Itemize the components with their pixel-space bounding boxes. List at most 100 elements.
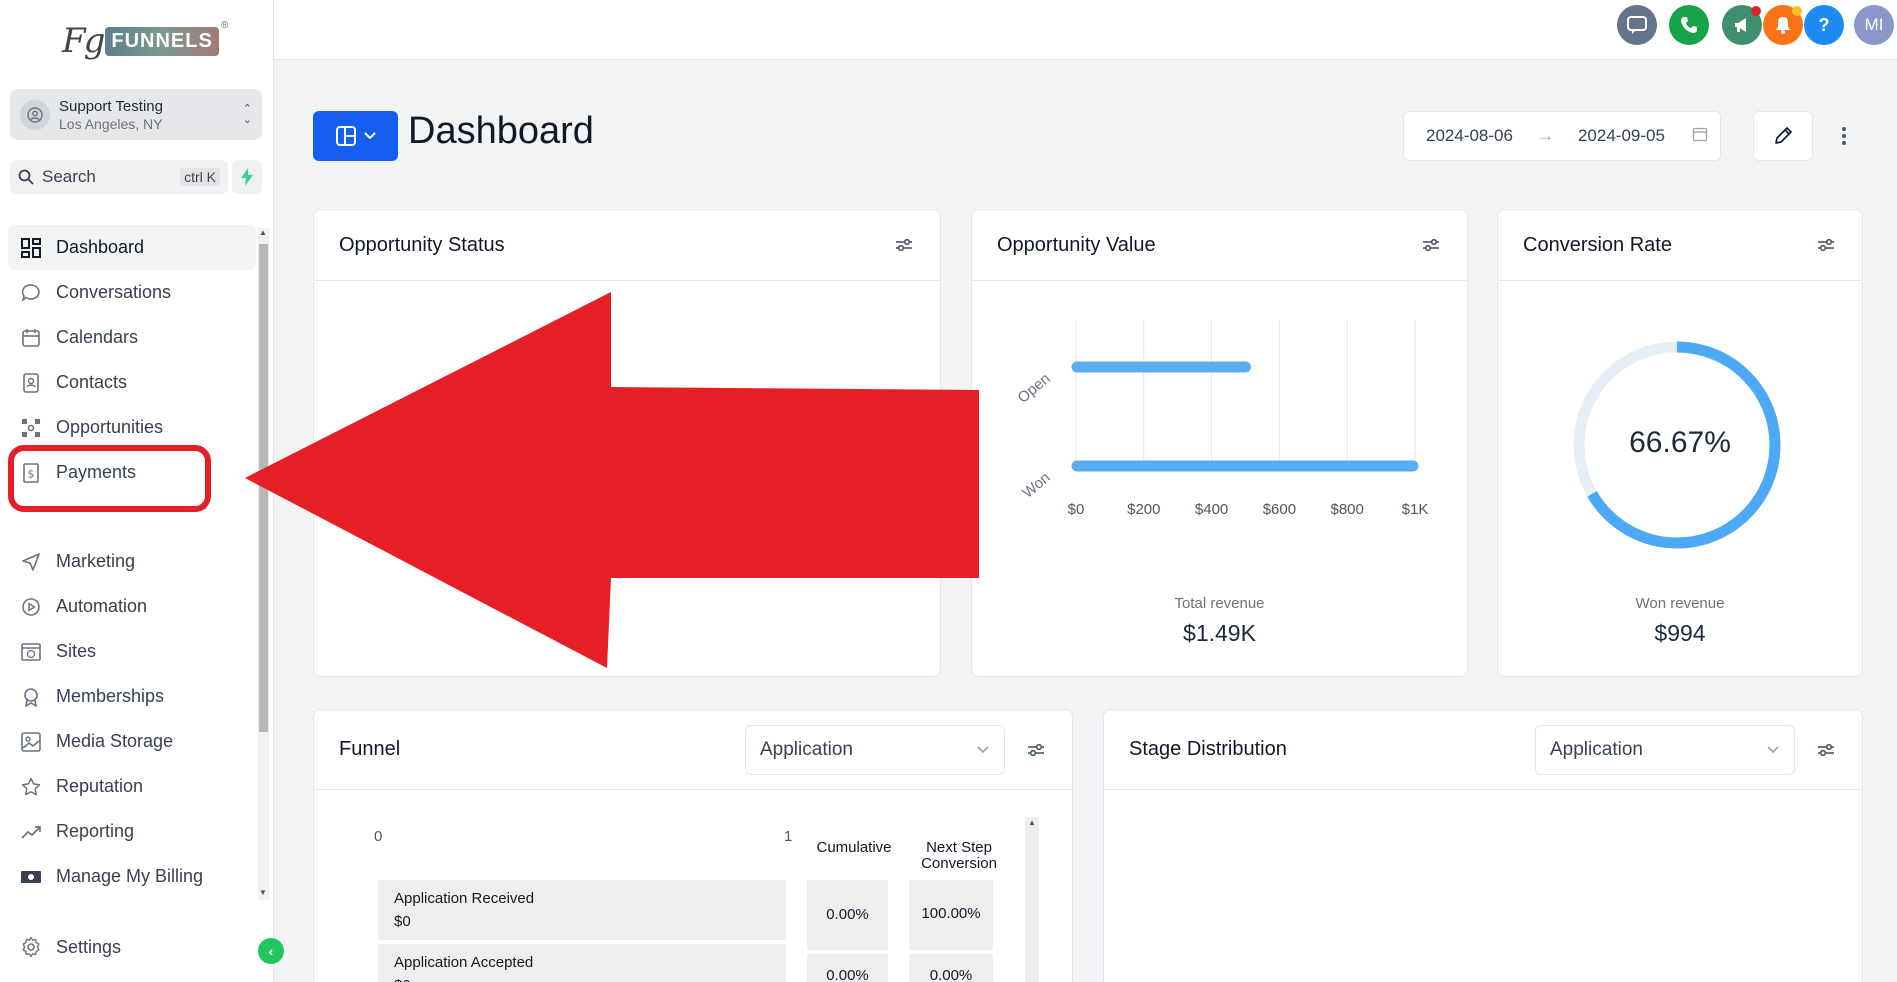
- sidebar-item-label: Marketing: [56, 551, 136, 571]
- x-tick-label: $0: [1068, 501, 1085, 518]
- chat-widget-icon[interactable]: [1617, 5, 1657, 45]
- x-tick-label: $400: [1195, 501, 1228, 518]
- help-icon[interactable]: ?: [1804, 5, 1844, 45]
- x-tick-label: $200: [1127, 501, 1160, 518]
- funnel-scrollbar[interactable]: [1025, 817, 1039, 982]
- chat-bubble-icon: [20, 282, 42, 304]
- account-location: Los Angeles, NY: [59, 115, 163, 132]
- next-step-value: 100.00%: [921, 905, 981, 922]
- sidebar-item-dashboard[interactable]: Dashboard: [8, 225, 256, 270]
- sidebar-item-settings[interactable]: Settings: [20, 936, 121, 958]
- date-start: 2024-08-06: [1426, 126, 1513, 145]
- search-shortcut: ctrl K: [180, 168, 220, 186]
- sidebar-item-reputation[interactable]: Reputation: [8, 764, 256, 809]
- user-avatar[interactable]: MI: [1854, 5, 1894, 45]
- sidebar-item-conversations[interactable]: Conversations: [8, 270, 256, 315]
- x-tick-label: $800: [1331, 501, 1364, 518]
- award-icon: [20, 686, 42, 708]
- sidebar-item-label: Opportunities: [56, 417, 164, 437]
- conversion-rate-card: Conversion Rate 66.67% Won revenue $994: [1497, 209, 1863, 677]
- sidebar-item-billing[interactable]: Manage My Billing: [8, 854, 256, 899]
- sidebar-item-media-storage[interactable]: Media Storage: [8, 719, 256, 764]
- card-title: Opportunity Value: [997, 233, 1156, 256]
- calendar-icon: [20, 327, 42, 349]
- sidebar-item-reporting[interactable]: Reporting: [8, 809, 256, 854]
- won-revenue-label: Won revenue: [1635, 595, 1725, 612]
- funnel-axis-min: 0: [374, 828, 383, 845]
- account-name: Support Testing: [59, 97, 163, 115]
- trending-up-icon: [20, 821, 42, 843]
- chevron-down-icon: [363, 132, 376, 140]
- settings-label: Settings: [56, 936, 122, 957]
- play-circle-icon: [20, 596, 42, 618]
- scroll-up-arrow-icon[interactable]: ▲: [1028, 818, 1036, 827]
- sidebar-scrollbar-thumb[interactable]: [259, 244, 268, 732]
- sidebar-item-automation[interactable]: Automation: [8, 584, 256, 629]
- globe-window-icon: [20, 641, 42, 663]
- x-tick-label: $600: [1263, 501, 1296, 518]
- payments-highlight-box: [8, 445, 211, 512]
- money-icon: [20, 866, 42, 888]
- chevron-down-icon: [976, 739, 990, 761]
- sidebar-item-calendars[interactable]: Calendars: [8, 315, 256, 360]
- edit-dashboard-button[interactable]: [1753, 111, 1813, 161]
- card-title: Funnel: [339, 738, 401, 760]
- quick-actions-button[interactable]: [232, 160, 262, 194]
- cumulative-value: 0.00%: [826, 967, 869, 982]
- funnel-pipeline-select[interactable]: Application: [745, 724, 1005, 775]
- page-title: Dashboard: [408, 110, 594, 152]
- filter-settings-icon[interactable]: [893, 234, 915, 256]
- funnel-stage-name: Application Accepted: [394, 954, 534, 971]
- column-header-cumulative: Cumulative: [816, 839, 892, 856]
- scroll-up-arrow-icon[interactable]: ▲: [259, 228, 267, 237]
- star-icon: [20, 776, 42, 798]
- opportunity-value-chart: $0 $200 $400 $600 $800 $1K Open Won: [1015, 319, 1428, 518]
- funnel-axis-max: 1: [784, 828, 793, 845]
- lightning-icon: [241, 168, 253, 186]
- layout-icon: [335, 126, 356, 146]
- sidebar-item-contacts[interactable]: Contacts: [8, 360, 256, 405]
- sidebar-item-marketing[interactable]: Marketing: [8, 539, 256, 584]
- logo-fg: Fg: [62, 21, 105, 61]
- scroll-down-arrow-icon[interactable]: ▼: [259, 888, 267, 897]
- column-header-next-step: Next Step Conversion: [921, 839, 997, 872]
- collapse-sidebar-button[interactable]: ‹: [258, 938, 284, 964]
- filter-settings-icon[interactable]: [1815, 234, 1837, 256]
- sidebar-item-label: Calendars: [56, 327, 139, 347]
- chevron-down-icon: [1766, 739, 1780, 761]
- arrow-right-icon: →: [1536, 126, 1554, 145]
- megaphone-icon[interactable]: [1722, 5, 1762, 45]
- image-icon: [20, 731, 42, 753]
- account-switcher[interactable]: Support Testing Los Angeles, NY ⌃ ⌄: [10, 89, 262, 140]
- sidebar-item-label: Media Storage: [56, 731, 174, 751]
- brand-logo[interactable]: Fg FUNNELS ®: [62, 14, 228, 68]
- date-range-picker[interactable]: 2024-08-06 → 2024-09-05: [1403, 111, 1721, 161]
- card-title: Stage Distribution: [1129, 738, 1287, 760]
- dashboard-switcher-button[interactable]: [313, 111, 398, 161]
- chevron-updown-icon: ⌃ ⌄: [242, 102, 252, 126]
- sidebar-item-label: Sites: [56, 641, 97, 661]
- filter-settings-icon[interactable]: [1025, 739, 1047, 761]
- funnel-card: Funnel Application 0 1 Cumulative Next S…: [313, 709, 1073, 982]
- select-value: Application: [1550, 738, 1643, 760]
- sidebar-item-sites[interactable]: Sites: [8, 629, 256, 674]
- cumulative-value: 0.00%: [826, 906, 869, 923]
- more-options-icon[interactable]: [1834, 122, 1854, 150]
- sidebar-item-memberships[interactable]: Memberships: [8, 674, 256, 719]
- opportunity-value-card: Opportunity Value $0 $200 $400 $600 $800 $1K O…: [971, 209, 1468, 677]
- phone-icon[interactable]: [1669, 5, 1709, 45]
- funnel-row[interactable]: Application Accepted $0: [378, 944, 786, 982]
- stage-pipeline-select[interactable]: Application: [1535, 724, 1795, 775]
- user-pin-icon: [27, 106, 43, 123]
- sidebar-item-label: Contacts: [56, 372, 128, 392]
- filter-settings-icon[interactable]: [1420, 234, 1442, 256]
- sidebar-item-label: Reporting: [56, 821, 135, 841]
- stage-distribution-card: Stage Distribution Application: [1103, 709, 1863, 982]
- search-button[interactable]: Search ctrl K: [10, 160, 228, 194]
- filter-settings-icon[interactable]: [1815, 739, 1837, 761]
- calendar-icon: [1692, 126, 1708, 147]
- funnel-row[interactable]: Application Received $0: [378, 880, 786, 940]
- total-revenue-value: $1.49K: [1183, 620, 1256, 646]
- sidebar-item-opportunities[interactable]: Opportunities: [8, 405, 256, 450]
- bell-icon[interactable]: [1763, 5, 1803, 45]
